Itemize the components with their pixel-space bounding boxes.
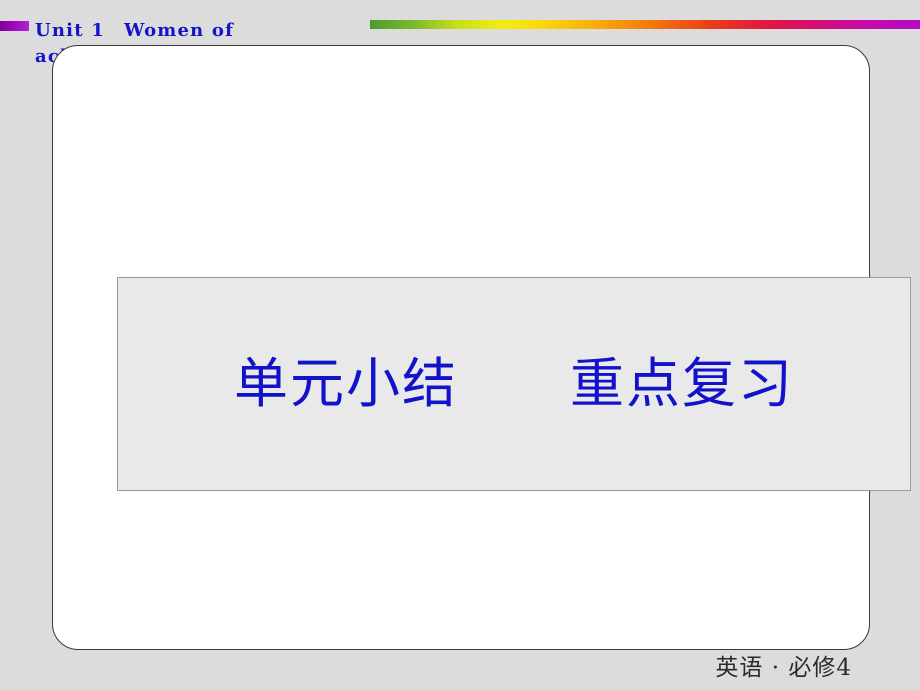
footer-label: 英语 · 必修4 (715, 655, 852, 681)
heading-box: 单元小结 重点复习 (117, 277, 911, 491)
main-heading: 单元小结 重点复习 (234, 352, 794, 416)
content-panel: 单元小结 重点复习 (52, 45, 911, 650)
purple-accent-bar-icon (0, 21, 29, 31)
presentation-slide: Unit 1 Women of achievement 单元小结 重点复习 英语… (0, 0, 920, 690)
rainbow-gradient-bar-icon (370, 20, 920, 29)
